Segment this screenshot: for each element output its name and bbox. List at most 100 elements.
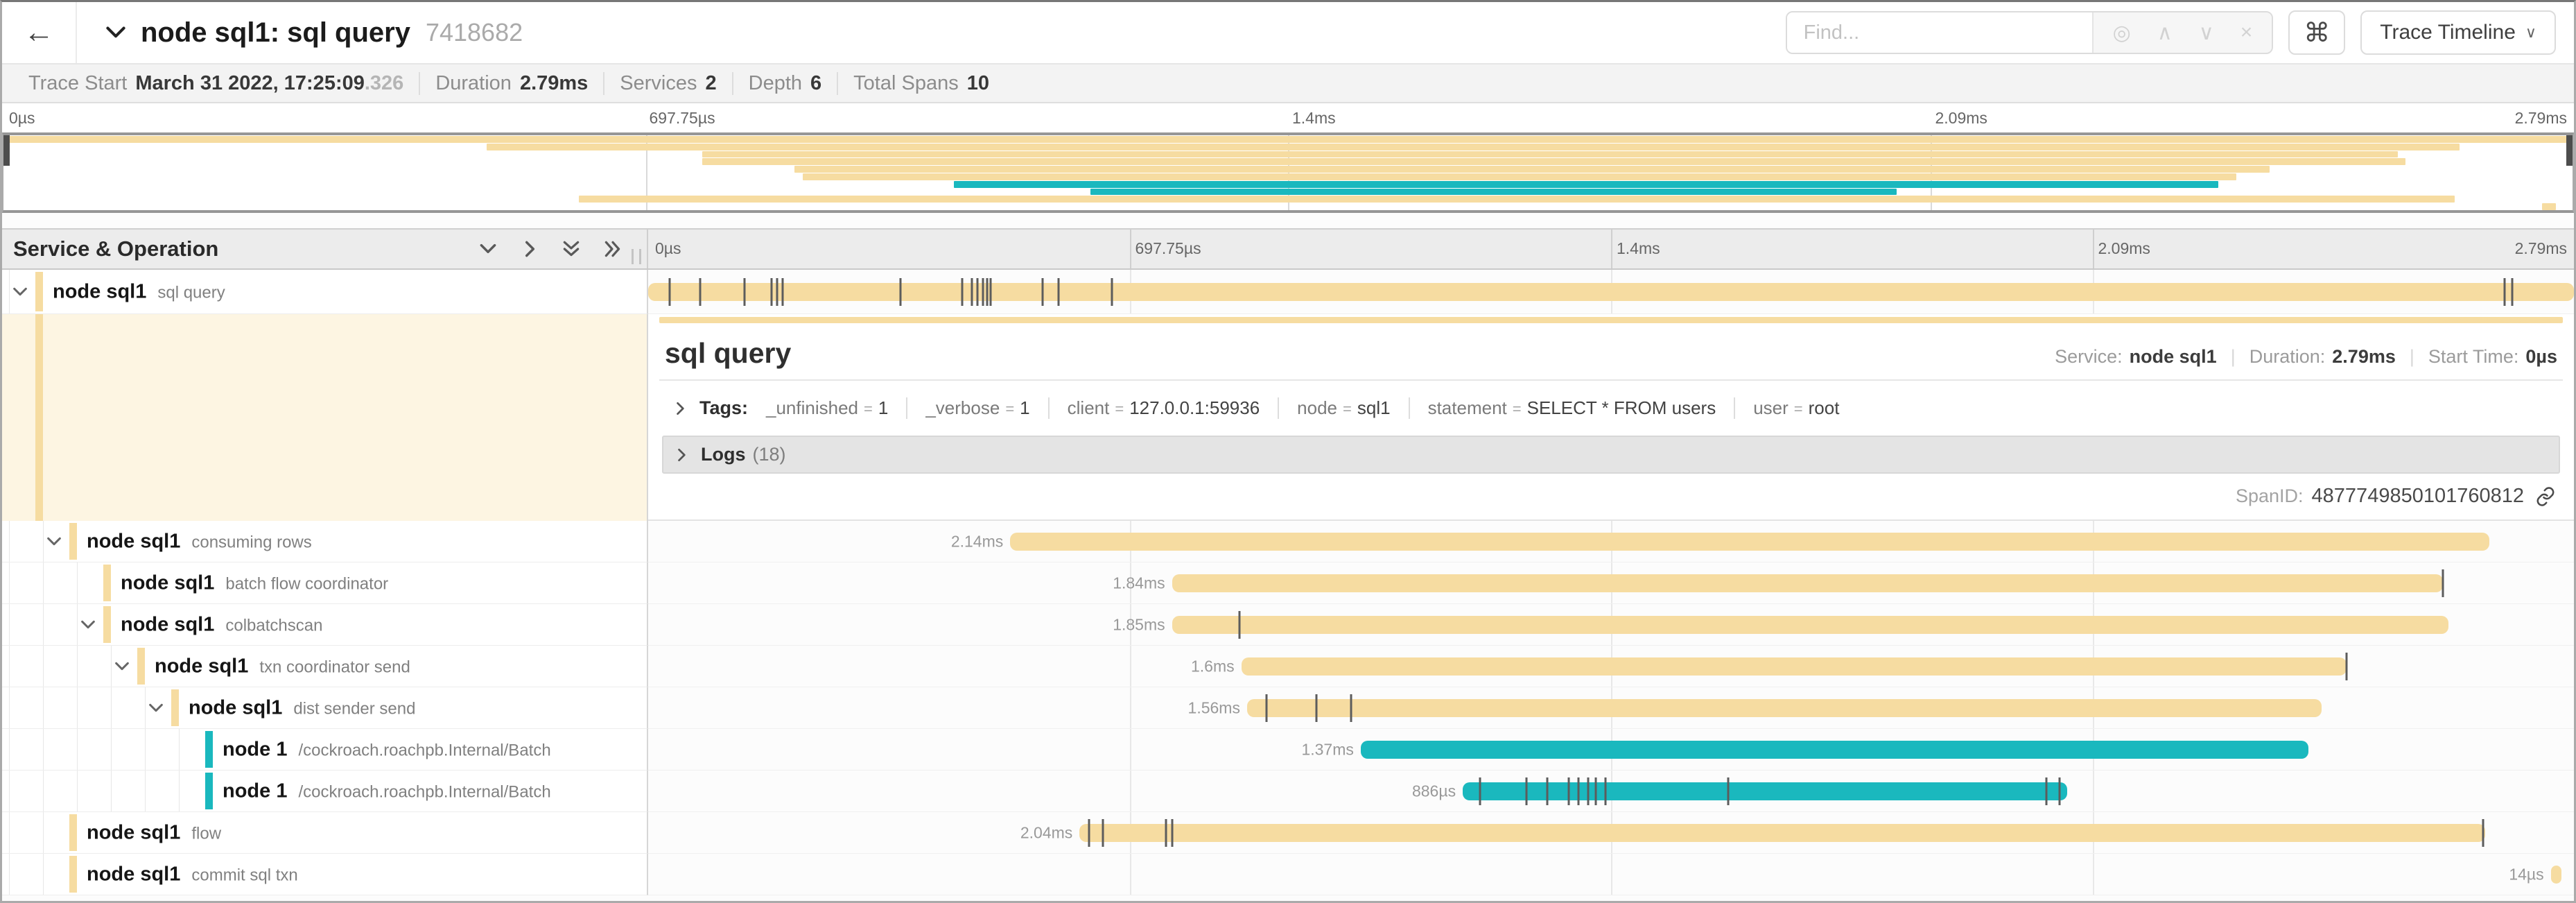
span-row-txn-coordinator-send: node sql1txn coordinator send 1.6ms [2,646,2574,687]
tag-equals: = [1343,400,1352,418]
minimap-span-bar [794,166,2269,173]
timeline-dist-sender-send[interactable]: 1.56ms [648,687,2574,729]
timeline-colbatchscan[interactable]: 1.85ms [648,604,2574,646]
timeline-commit-sql-txn[interactable]: 14µs [648,854,2574,895]
tree-guide-line [43,812,44,853]
span-detail-row: sql query Service:node sql1 | Duration:2… [2,314,2574,521]
expand-one-icon[interactable] [519,239,540,259]
summary-value: 2 [706,72,717,95]
span-bar[interactable] [1463,782,2067,800]
tags-accordion[interactable]: Tags: _unfinished=1_verbose=1client=127.… [662,390,2560,426]
timeline-sql-query[interactable] [648,270,2574,314]
tree-guide-line [9,812,10,853]
tree-guide-line [145,729,146,770]
tag-key: statement [1428,397,1507,419]
tree-guide-line [77,562,78,603]
service-name: node 1/cockroach.roachpb.Internal/Batch [223,738,551,761]
tree-item-flow[interactable]: node sql1flow [2,812,648,854]
service-color-stripe [137,648,145,685]
tree-item-internal-batch-1[interactable]: node 1/cockroach.roachpb.Internal/Batch [2,729,648,771]
minimap-left-drag-handle[interactable] [3,135,10,166]
tree-item-dist-sender-send[interactable]: node sql1dist sender send [2,687,648,729]
minimap-rows [3,135,2573,210]
span-bar[interactable] [1079,824,2485,842]
span-bar[interactable] [1242,657,2347,676]
keyboard-shortcuts-button[interactable]: ⌘ [2288,10,2345,55]
tree-guide-line [179,771,180,811]
tree-guide-line [111,646,112,687]
tag-value: SELECT * FROM users [1527,397,1716,419]
service-value: node sql1 [2130,346,2217,368]
log-marker [1042,278,1044,306]
timeline-flow[interactable]: 2.04ms [648,812,2574,854]
tree-item-internal-batch-2[interactable]: node 1/cockroach.roachpb.Internal/Batch [2,771,648,812]
service-color-stripe [69,856,77,893]
service-name: node sql1consuming rows [87,530,312,553]
span-row-batch-flow-coordinator: node sql1batch flow coordinator 1.84ms [2,562,2574,604]
minimap-right-drag-handle[interactable] [2566,135,2573,166]
timeline-txn-coordinator-send[interactable]: 1.6ms [648,646,2574,687]
locate-icon[interactable]: ◎ [2113,21,2131,45]
chevron-down-icon[interactable] [147,699,165,717]
chevron-down-icon[interactable] [113,657,131,676]
back-button[interactable]: ← [2,2,77,63]
timeline-internal-batch-1[interactable]: 1.37ms [648,729,2574,771]
find-clear-icon[interactable]: × [2240,21,2253,44]
collapse-all-icon[interactable] [561,239,582,259]
span-bar[interactable] [1010,533,2489,551]
tick-label: 2.09ms [1935,109,1987,128]
tree-guide-line [9,562,10,603]
log-marker [1057,278,1059,306]
tree-item-consuming-rows[interactable]: node sql1consuming rows [2,521,648,562]
tree-item-commit-sql-txn[interactable]: node sql1commit sql txn [2,854,648,895]
tag-item: _verbose=1 [906,397,1029,419]
back-arrow-icon: ← [24,15,54,50]
span-bar[interactable] [648,283,2574,301]
span-bar[interactable] [1172,574,2443,592]
find-input[interactable] [1787,12,2092,53]
find-prev-icon[interactable]: ∧ [2157,21,2173,45]
trace-summary-item: Total Spans10 [837,72,1004,95]
span-bar[interactable] [1172,616,2449,634]
chevron-down-icon[interactable] [11,283,29,301]
minimap-span-bar [702,158,2405,165]
tree-item-colbatchscan[interactable]: node sql1colbatchscan [2,604,648,646]
service-color-stripe [205,731,213,768]
summary-label: Trace Start [28,72,127,95]
link-icon[interactable] [2535,486,2556,507]
tag-item: statement=SELECT * FROM users [1409,397,1716,419]
log-marker [1102,819,1104,847]
service-name: node sql1flow [87,821,221,844]
chevron-down-icon[interactable] [79,616,97,634]
tag-items: _unfinished=1_verbose=1client=127.0.0.1:… [748,397,1839,419]
span-rows: node sql1sql query sql query Service:nod… [2,270,2574,901]
span-bar[interactable] [1247,699,2322,717]
log-marker [2045,777,2047,805]
collapse-trace-chevron-icon[interactable] [103,20,128,45]
span-bar[interactable] [2551,866,2561,884]
collapse-one-icon[interactable] [478,239,498,259]
find-next-icon[interactable]: ∨ [2199,21,2214,45]
trace-view-selector[interactable]: Trace Timeline ∨ [2360,10,2556,55]
chevron-down-icon[interactable] [45,533,63,551]
timeline-consuming-rows[interactable]: 2.14ms [648,521,2574,562]
column-resize-handle[interactable] [632,249,641,264]
expand-all-icon[interactable] [602,239,623,259]
trace-minimap[interactable] [2,132,2574,213]
span-duration-label: 1.37ms [1301,740,1360,759]
log-marker [1587,777,1589,805]
tag-value: 1 [1020,397,1029,419]
tag-item: user=root [1734,397,1839,419]
log-marker [986,278,988,306]
tag-equals: = [1794,400,1803,418]
tree-guide-line [9,729,10,770]
span-bar[interactable] [1361,741,2308,759]
logs-accordion[interactable]: Logs (18) [662,436,2560,474]
tree-item-sql-query[interactable]: node sql1sql query [2,270,648,314]
timeline-batch-flow-coordinator[interactable]: 1.84ms [648,562,2574,604]
tree-item-txn-coordinator-send[interactable]: node sql1txn coordinator send [2,646,648,687]
service-operation-header: Service & Operation [2,237,478,261]
minimap-span-bar [2542,203,2556,210]
tree-item-batch-flow-coordinator[interactable]: node sql1batch flow coordinator [2,562,648,604]
timeline-internal-batch-2[interactable]: 886µs [648,771,2574,812]
